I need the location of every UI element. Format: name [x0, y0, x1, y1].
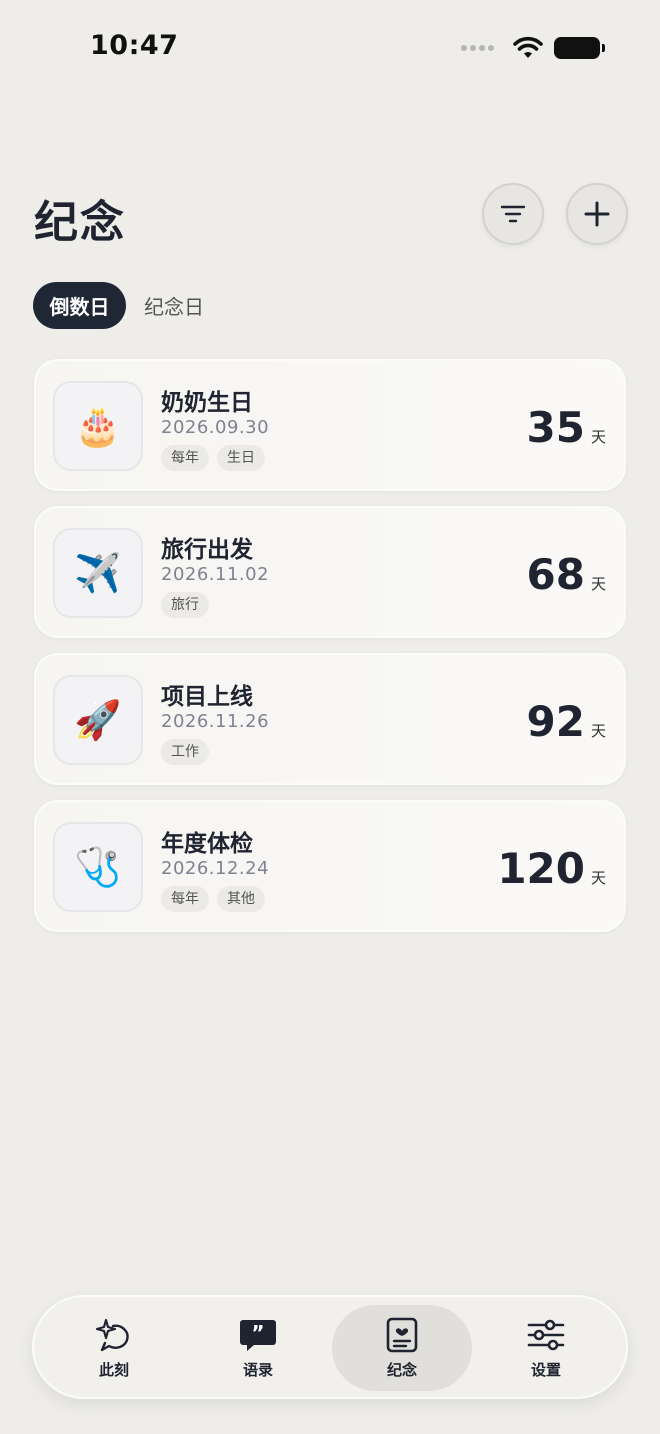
- event-tag: 生日: [217, 445, 265, 471]
- event-tag: 其他: [217, 886, 265, 912]
- page-title: 纪念: [34, 197, 126, 248]
- event-title: 年度体检: [161, 831, 253, 857]
- segment-anniversary[interactable]: 纪念日: [144, 291, 204, 320]
- event-tags: 旅行: [161, 592, 209, 618]
- quote-bubble-icon: ”: [240, 1319, 276, 1351]
- event-tag: 每年: [161, 886, 209, 912]
- event-tags: 工作: [161, 739, 209, 765]
- event-title: 旅行出发: [161, 537, 253, 563]
- segment-countdown[interactable]: 倒数日: [33, 282, 126, 329]
- tab-label: 设置: [530, 1360, 561, 1379]
- tab-settings[interactable]: 设置: [476, 1305, 616, 1391]
- tab-moment[interactable]: 此刻: [44, 1305, 184, 1391]
- battery-icon: [554, 37, 605, 59]
- event-tag: 旅行: [161, 592, 209, 618]
- status-icons: [461, 36, 605, 60]
- event-tags: 每年 生日: [161, 445, 265, 471]
- event-card[interactable]: ✈️ 旅行出发 2026.11.02 旅行 68 天: [34, 506, 626, 638]
- event-card[interactable]: 🚀 项目上线 2026.11.26 工作 92 天: [34, 653, 626, 785]
- days-number: 92: [526, 697, 585, 746]
- tab-label: 纪念: [386, 1360, 417, 1379]
- days-unit: 天: [590, 575, 606, 593]
- wifi-icon: [513, 36, 543, 58]
- days-number: 68: [526, 550, 585, 599]
- event-date: 2026.09.30: [161, 417, 270, 438]
- cellular-signal-icon: [461, 45, 494, 51]
- days-number: 35: [526, 403, 585, 452]
- airplane-icon: ✈️: [53, 528, 143, 618]
- plus-icon: [584, 201, 610, 227]
- tab-quotes[interactable]: ” 语录: [188, 1305, 328, 1391]
- status-time: 10:47: [90, 30, 179, 61]
- add-button[interactable]: [566, 183, 628, 245]
- svg-text:”: ”: [251, 1321, 264, 1345]
- memorial-card-icon: [386, 1317, 418, 1352]
- stethoscope-icon: 🩺: [53, 822, 143, 912]
- segment-control: 倒数日 纪念日: [33, 282, 204, 329]
- event-title: 奶奶生日: [161, 390, 253, 416]
- days-number: 120: [497, 844, 585, 893]
- event-date: 2026.11.02: [161, 564, 270, 585]
- event-date: 2026.12.24: [161, 858, 270, 879]
- status-bar: 10:47: [0, 0, 660, 96]
- days-unit: 天: [590, 428, 606, 446]
- event-date: 2026.11.26: [161, 711, 270, 732]
- event-card[interactable]: 🎂 奶奶生日 2026.09.30 每年 生日 35 天: [34, 359, 626, 491]
- days-remaining: 35 天: [527, 403, 606, 452]
- sliders-icon: [527, 1319, 565, 1350]
- bottom-tab-bar: 此刻 ” 语录 纪念 设置: [32, 1295, 628, 1399]
- days-remaining: 92 天: [527, 697, 606, 746]
- event-card[interactable]: 🩺 年度体检 2026.12.24 每年 其他 120 天: [34, 800, 626, 932]
- filter-icon: [500, 205, 526, 223]
- birthday-cake-icon: 🎂: [53, 381, 143, 471]
- days-unit: 天: [590, 869, 606, 887]
- event-tags: 每年 其他: [161, 886, 265, 912]
- tab-label: 此刻: [98, 1360, 129, 1379]
- rocket-icon: 🚀: [53, 675, 143, 765]
- days-remaining: 120 天: [497, 844, 606, 893]
- event-tag: 每年: [161, 445, 209, 471]
- event-tag: 工作: [161, 739, 209, 765]
- sparkle-moment-icon: [95, 1318, 129, 1351]
- filter-button[interactable]: [482, 183, 544, 245]
- tab-memorial[interactable]: 纪念: [332, 1305, 472, 1391]
- days-unit: 天: [590, 722, 606, 740]
- event-title: 项目上线: [161, 684, 253, 710]
- days-remaining: 68 天: [527, 550, 606, 599]
- tab-label: 语录: [242, 1360, 273, 1379]
